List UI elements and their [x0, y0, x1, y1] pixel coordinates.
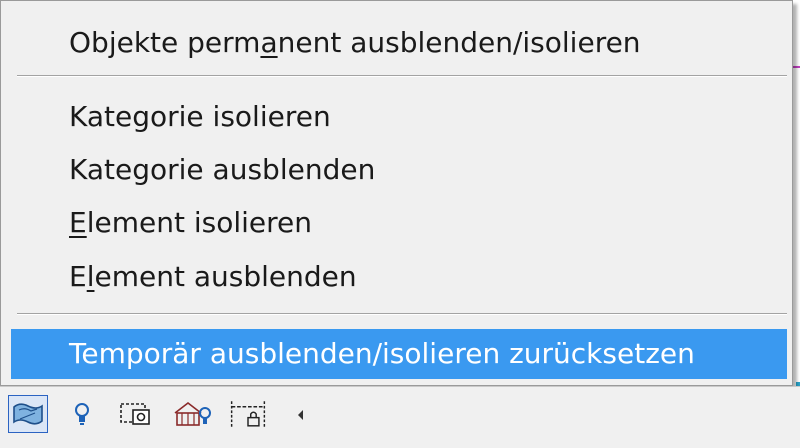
menu-item-reset-temporary-hide-isolate[interactable]: Temporär ausblenden/isolieren zurücksetz… [11, 329, 787, 379]
menu-item-isolate-category[interactable]: Kategorie isolieren [11, 92, 787, 142]
show-analytical-model-button[interactable] [172, 395, 212, 433]
menu-separator [17, 75, 787, 77]
scroll-left-icon [298, 410, 303, 420]
menu-item-hide-element[interactable]: Element ausblenden [11, 252, 787, 302]
hide-isolate-context-menu: Objekte permanent ausblenden/isolieren K… [0, 0, 793, 386]
menu-item-label: Kategorie ausblenden [69, 153, 376, 186]
scroll-left-button[interactable] [294, 405, 308, 425]
temporary-hide-isolate-button[interactable] [8, 395, 48, 433]
menu-item-label-rest: lement isolieren [86, 206, 312, 239]
highlight-displacement-set-icon [230, 401, 266, 427]
menu-item-label: Objekte perm [69, 26, 261, 59]
menu-item-label: E [69, 260, 87, 293]
temporary-view-properties-button[interactable] [116, 395, 156, 433]
view-control-bar [0, 386, 800, 448]
reveal-hidden-elements-button[interactable] [62, 395, 102, 433]
show-analytical-model-icon [174, 401, 211, 426]
reveal-hidden-elements-icon [75, 403, 89, 425]
menu-item-hide-category[interactable]: Kategorie ausblenden [11, 145, 787, 195]
menu-item-isolate-element[interactable]: Element isolieren [11, 198, 787, 248]
menu-item-mnemonic: a [260, 26, 278, 59]
menu-item-label-rest: ement ausblenden [94, 260, 357, 293]
highlight-displacement-set-button[interactable] [228, 395, 268, 433]
menu-item-label: Temporär ausblenden/isolieren zurücksetz… [69, 337, 695, 370]
menu-item-mnemonic: E [69, 206, 87, 239]
menu-item-hide-isolate-permanently[interactable]: Objekte permanent ausblenden/isolieren [11, 18, 787, 68]
temporary-hide-isolate-icon [13, 403, 43, 425]
temporary-view-properties-icon [120, 403, 150, 425]
menu-item-label: Kategorie isolieren [69, 100, 331, 133]
menu-item-label-rest: nent ausblenden/isolieren [277, 26, 641, 59]
menu-separator [17, 313, 787, 315]
